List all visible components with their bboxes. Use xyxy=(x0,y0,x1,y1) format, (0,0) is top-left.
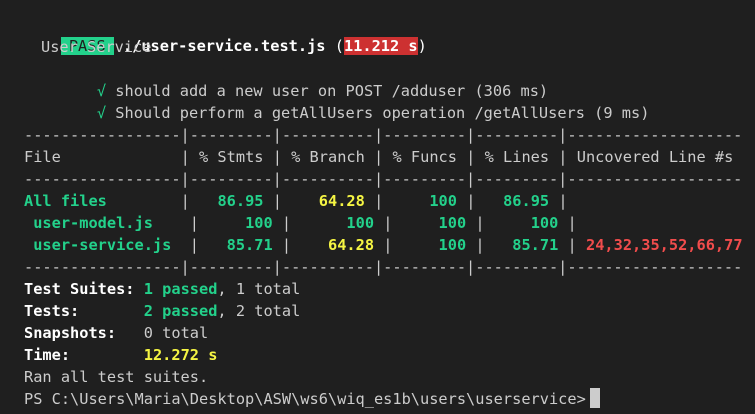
time-label: Time: xyxy=(24,346,71,364)
pipe: | xyxy=(374,148,384,166)
table-separator: -----------------|---------|----------|-… xyxy=(24,126,743,144)
check-icon: √ xyxy=(96,104,107,122)
summary-tests: Tests: 2 passed, 2 total xyxy=(24,300,300,322)
pipe: | xyxy=(466,192,476,210)
row-stmts: 85.71 xyxy=(226,236,273,254)
header-lines: % Lines xyxy=(484,148,550,166)
pipe: | xyxy=(475,236,485,254)
pipe: | xyxy=(567,236,577,254)
pipe: | xyxy=(558,148,568,166)
row-lines: 85.71 xyxy=(512,236,559,254)
header-stmts: % Stmts xyxy=(199,148,264,166)
table-row: user-service.js | 85.71 | 64.28 | 100 | … xyxy=(24,234,743,256)
prompt-path: PS C:\Users\Maria\Desktop\ASW\ws6\wiq_es… xyxy=(24,390,586,408)
time-value: 12.272 s xyxy=(143,346,218,364)
paren-close: ) xyxy=(417,37,427,55)
pipe: | xyxy=(374,192,384,210)
pipe: | xyxy=(383,214,393,232)
row-branch: 64.28 xyxy=(327,236,375,254)
pipe: | xyxy=(189,236,199,254)
ran-all-message: Ran all test suites. xyxy=(24,368,209,386)
header-uncovered: Uncovered Line #s xyxy=(576,148,734,166)
terminal-window[interactable]: PASS ./user-service.test.js (11.212 s) U… xyxy=(0,0,755,414)
row-file: user-service.js xyxy=(24,236,172,254)
suites-total: , 1 total xyxy=(217,280,301,298)
row-branch: 64.28 xyxy=(318,192,365,210)
pipe: | xyxy=(281,214,292,232)
duration-badge: 11.212 s xyxy=(343,37,418,55)
row-file: user-model.js xyxy=(24,214,153,232)
row-stmts: 100 xyxy=(245,214,273,232)
text-cursor xyxy=(589,388,600,408)
pipe: | xyxy=(272,192,282,210)
row-uncovered: 24,32,35,52,66,77 xyxy=(585,236,743,254)
tests-passed: 2 passed xyxy=(143,302,218,320)
pipe: | xyxy=(475,214,485,232)
snapshots-label: Snapshots: xyxy=(24,324,117,342)
shell-prompt[interactable]: PS C:\Users\Maria\Desktop\ASW\ws6\wiq_es… xyxy=(24,388,600,410)
row-lines: 100 xyxy=(530,214,559,232)
pipe: | xyxy=(567,214,577,232)
pipe: | xyxy=(558,192,568,210)
header-branch: % Branch xyxy=(291,148,365,166)
paren-open: ( xyxy=(334,37,344,55)
test-name: Should perform a getAllUsers operation /… xyxy=(115,104,650,122)
test-file-path: ./user-service.test.js xyxy=(122,37,326,55)
row-stmts: 86.95 xyxy=(217,192,264,210)
summary-suites: Test Suites: 1 passed, 1 total xyxy=(24,278,300,300)
tests-label: Tests: xyxy=(24,302,80,320)
pipe: | xyxy=(281,236,292,254)
summary-time: Time: 12.272 s xyxy=(24,344,217,366)
pipe: | xyxy=(383,236,393,254)
table-row: All files | 86.95 | 64.28 | 100 | 86.95 … xyxy=(24,190,577,212)
summary-snapshots: Snapshots: 0 total xyxy=(24,322,208,344)
row-branch: 100 xyxy=(346,214,375,232)
suites-label: Test Suites: xyxy=(24,280,135,298)
row-lines: 86.95 xyxy=(503,192,550,210)
row-funcs: 100 xyxy=(429,192,457,210)
pipe: | xyxy=(189,214,199,232)
table-header-row: File | % Stmts | % Branch | % Funcs | % … xyxy=(24,146,733,168)
snapshots-value: 0 total xyxy=(143,324,209,342)
pipe: | xyxy=(180,192,190,210)
table-separator: -----------------|---------|----------|-… xyxy=(24,170,743,188)
row-file: All files xyxy=(24,192,107,210)
suites-passed: 1 passed xyxy=(143,280,218,298)
header-funcs: % Funcs xyxy=(392,148,457,166)
test-item: √ Should perform a getAllUsers operation… xyxy=(60,80,650,122)
table-row: user-model.js | 100 | 100 | 100 | 100 | xyxy=(24,212,586,234)
row-funcs: 100 xyxy=(438,214,467,232)
tests-total: , 2 total xyxy=(217,302,301,320)
pipe: | xyxy=(180,148,190,166)
test-result-line: PASS ./user-service.test.js (11.212 s) xyxy=(24,13,427,55)
pipe: | xyxy=(272,148,282,166)
header-file: File xyxy=(24,148,61,166)
table-separator: -----------------|---------|----------|-… xyxy=(24,258,743,276)
row-funcs: 100 xyxy=(438,236,467,254)
test-item: √ should add a new user on POST /adduser… xyxy=(60,58,548,100)
suite-name: User Service xyxy=(41,38,152,56)
pipe: | xyxy=(466,148,476,166)
